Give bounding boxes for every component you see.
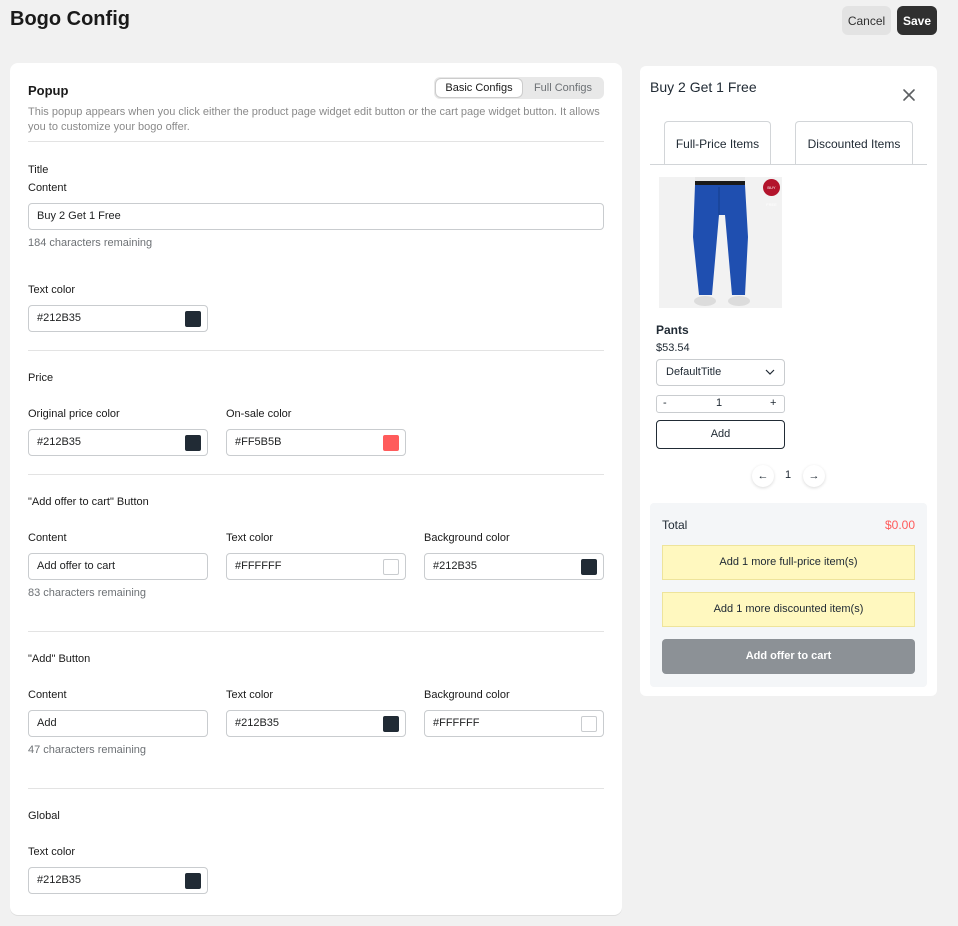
offer-bg-color-label: Background color bbox=[424, 532, 510, 544]
add-content-input[interactable]: Add bbox=[28, 710, 208, 737]
tab-divider bbox=[650, 164, 927, 165]
total-value: $0.00 bbox=[884, 518, 915, 532]
title-text-color-label: Text color bbox=[28, 284, 76, 296]
promo-badge-icon: BUY FREE bbox=[763, 179, 780, 207]
original-price-color-label: Original price color bbox=[28, 408, 120, 420]
increase-qty-button[interactable]: + bbox=[770, 397, 776, 409]
preview-title: Buy 2 Get 1 Free bbox=[650, 79, 757, 95]
config-mode-toggle: Basic Configs Full Configs bbox=[434, 77, 604, 99]
title-section-heading: Title bbox=[28, 164, 49, 176]
page-number: 1 bbox=[785, 469, 792, 481]
variant-select[interactable]: DefaultTitle bbox=[656, 359, 785, 386]
title-remaining: 184 characters remaining bbox=[28, 237, 153, 249]
global-section-heading: Global bbox=[28, 810, 60, 822]
color-swatch[interactable] bbox=[581, 716, 597, 732]
color-value: #212B35 bbox=[433, 560, 478, 572]
popup-heading: Popup bbox=[28, 83, 69, 98]
next-page-button[interactable]: → bbox=[803, 465, 825, 487]
global-text-color-input[interactable]: #212B35 bbox=[28, 867, 208, 894]
add-bg-color-input[interactable]: #FFFFFF bbox=[424, 710, 604, 737]
offer-text-color-input[interactable]: #FFFFFF bbox=[226, 553, 406, 580]
color-swatch[interactable] bbox=[383, 716, 399, 732]
offer-content-label: Content bbox=[28, 532, 67, 544]
decrease-qty-button[interactable]: - bbox=[663, 397, 667, 409]
full-price-notice: Add 1 more full-price item(s) bbox=[662, 545, 915, 580]
on-sale-color-label: On-sale color bbox=[226, 408, 292, 420]
divider bbox=[28, 788, 604, 789]
divider bbox=[28, 474, 604, 475]
offer-button-section-heading: "Add offer to cart" Button bbox=[28, 496, 149, 508]
on-sale-color-input[interactable]: #FF5B5B bbox=[226, 429, 406, 456]
quantity-stepper[interactable]: - 1 + bbox=[656, 395, 785, 413]
tab-full-configs[interactable]: Full Configs bbox=[524, 79, 602, 97]
discounted-notice: Add 1 more discounted item(s) bbox=[662, 592, 915, 627]
color-value: #212B35 bbox=[37, 874, 82, 886]
color-value: #FFFFFF bbox=[235, 560, 282, 572]
prev-page-button[interactable]: ← bbox=[752, 465, 774, 487]
close-icon[interactable] bbox=[901, 87, 917, 103]
add-bg-color-label: Background color bbox=[424, 689, 510, 701]
color-value: #FFFFFF bbox=[433, 717, 480, 729]
product-name: Pants bbox=[656, 323, 689, 337]
tab-basic-configs[interactable]: Basic Configs bbox=[436, 79, 522, 97]
total-label: Total bbox=[662, 518, 688, 532]
title-content-label: Content bbox=[28, 182, 67, 194]
color-value: #212B35 bbox=[235, 717, 280, 729]
global-text-color-label: Text color bbox=[28, 846, 76, 858]
divider bbox=[28, 631, 604, 632]
offer-remaining: 83 characters remaining bbox=[28, 587, 147, 599]
color-swatch[interactable] bbox=[581, 559, 597, 575]
chevron-down-icon bbox=[765, 360, 775, 395]
config-card: Popup Basic Configs Full Configs This po… bbox=[10, 63, 622, 915]
divider bbox=[28, 141, 604, 142]
price-section-heading: Price bbox=[28, 372, 54, 384]
title-text-color-input[interactable]: #212B35 bbox=[28, 305, 208, 332]
cart-summary: Total $0.00 Add 1 more full-price item(s… bbox=[650, 503, 927, 687]
popup-description: This popup appears when you click either… bbox=[28, 106, 600, 133]
page-title: Bogo Config bbox=[10, 8, 130, 30]
qty-value: 1 bbox=[716, 397, 723, 409]
add-remaining: 47 characters remaining bbox=[28, 744, 147, 756]
add-button-section-heading: "Add" Button bbox=[28, 653, 91, 665]
cancel-button[interactable]: Cancel bbox=[842, 6, 891, 35]
add-text-color-input[interactable]: #212B35 bbox=[226, 710, 406, 737]
tab-full-price-items[interactable]: Full-Price Items bbox=[664, 121, 771, 165]
title-content-input[interactable]: Buy 2 Get 1 Free bbox=[28, 203, 604, 230]
add-offer-to-cart-button[interactable]: Add offer to cart bbox=[662, 639, 915, 674]
variant-value: DefaultTitle bbox=[666, 366, 722, 378]
tab-discounted-items[interactable]: Discounted Items bbox=[795, 121, 913, 165]
original-price-color-input[interactable]: #212B35 bbox=[28, 429, 208, 456]
product-image: BUY FREE bbox=[659, 177, 782, 308]
color-swatch[interactable] bbox=[383, 559, 399, 575]
product-price: $53.54 bbox=[656, 342, 690, 354]
color-value: #212B35 bbox=[37, 312, 82, 324]
color-swatch[interactable] bbox=[383, 435, 399, 451]
offer-bg-color-input[interactable]: #212B35 bbox=[424, 553, 604, 580]
color-value: #FF5B5B bbox=[235, 436, 282, 448]
add-item-button[interactable]: Add bbox=[656, 420, 785, 449]
offer-text-color-label: Text color bbox=[226, 532, 274, 544]
save-button[interactable]: Save bbox=[897, 6, 937, 35]
divider bbox=[28, 350, 604, 351]
color-value: #212B35 bbox=[37, 436, 82, 448]
add-text-color-label: Text color bbox=[226, 689, 274, 701]
color-swatch[interactable] bbox=[185, 435, 201, 451]
offer-content-input[interactable]: Add offer to cart bbox=[28, 553, 208, 580]
popup-preview: Buy 2 Get 1 Free Full-Price Items Discou… bbox=[640, 66, 937, 696]
add-content-label: Content bbox=[28, 689, 67, 701]
color-swatch[interactable] bbox=[185, 873, 201, 889]
color-swatch[interactable] bbox=[185, 311, 201, 327]
